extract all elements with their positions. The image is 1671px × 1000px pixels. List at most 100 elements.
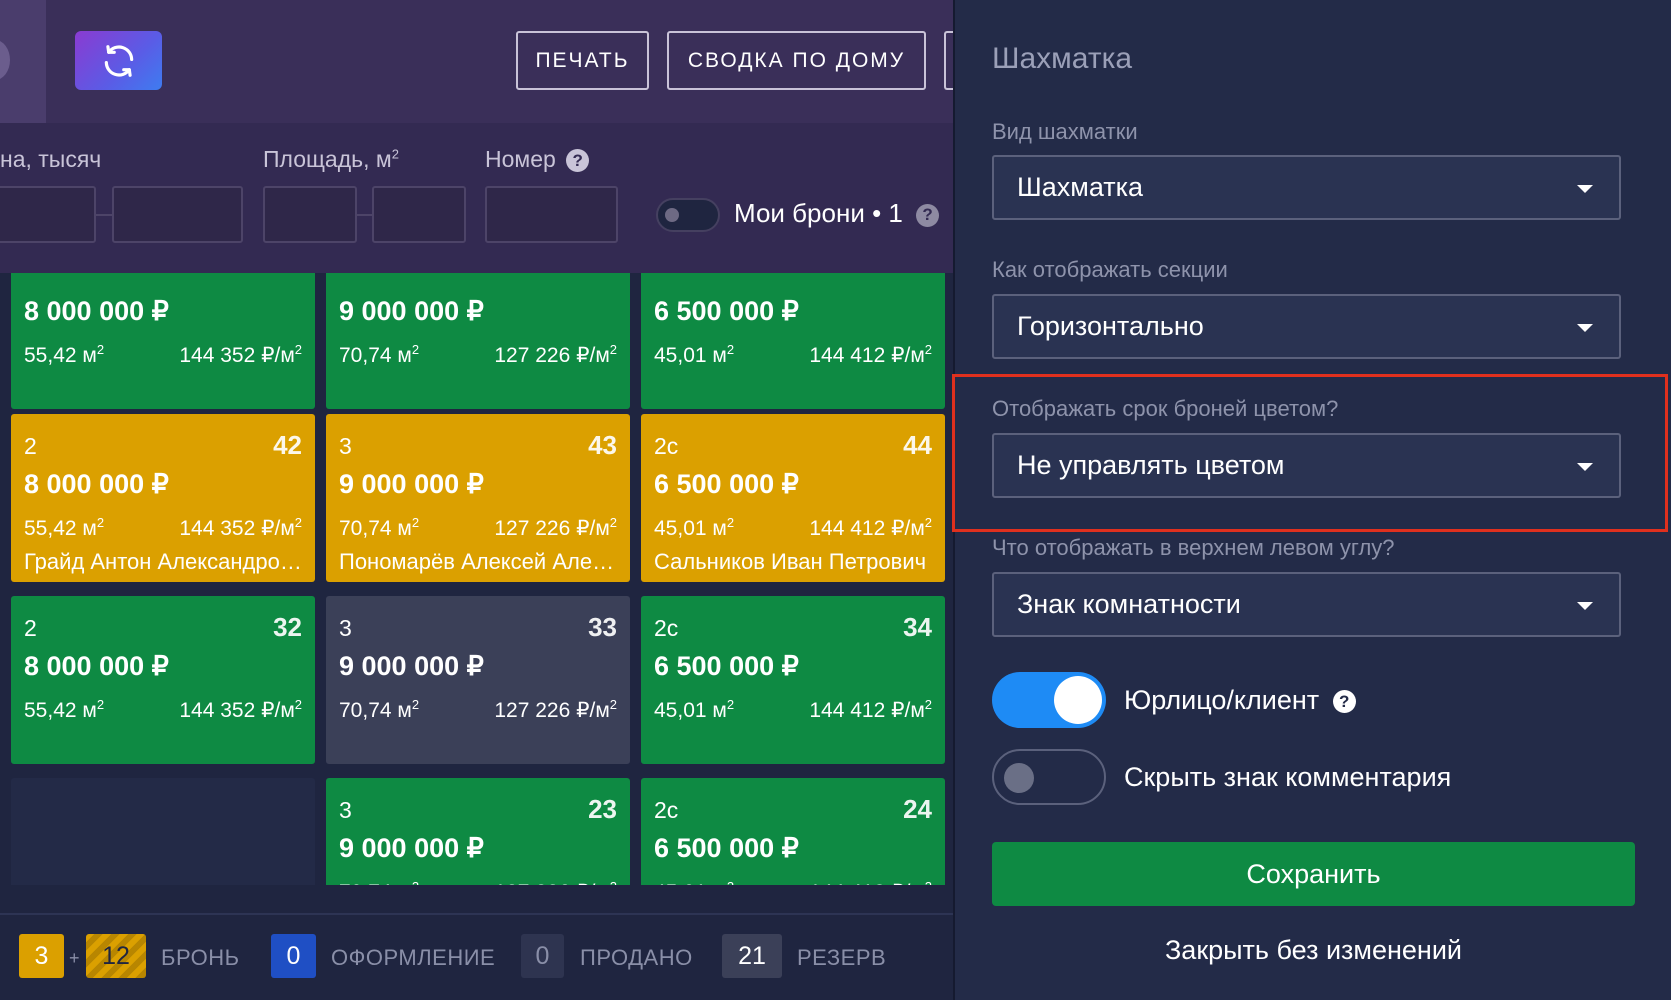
apartment-area-text: 55,42 м	[24, 699, 97, 722]
booked-extra-badge[interactable]: 12	[86, 934, 146, 978]
reserve-count-badge[interactable]: 21	[722, 934, 782, 978]
print-button[interactable]: ПЕЧАТЬ	[516, 31, 649, 90]
unit-exponent: 2	[96, 697, 105, 712]
room-type: 2с	[654, 433, 679, 459]
house-summary-button[interactable]: СВОДКА ПО ДОМУ	[667, 31, 926, 90]
room-type: 3	[339, 433, 352, 459]
apartment-price: 8 000 000 ₽	[24, 296, 169, 326]
price-per-meter-text: 144 352 ₽/м	[179, 699, 295, 722]
side-tab[interactable]	[0, 0, 46, 123]
unit-exponent: 2	[924, 697, 932, 712]
apartment-area: 70,74 м2	[339, 342, 419, 368]
apartment-number: 33	[588, 612, 617, 642]
unit-exponent: 2	[411, 515, 420, 530]
room-type: 2с	[654, 797, 679, 823]
color-select-value: Не управлять цветом	[1017, 450, 1285, 480]
booked-label: БРОНЬ	[161, 945, 240, 970]
price-per-meter: 127 226 ₽/м2	[494, 515, 617, 541]
price-filter-label: на, тысяч	[0, 146, 102, 172]
price-per-meter-text: 144 412 ₽/м	[809, 699, 925, 722]
apartment-area-text: 55,42 м	[24, 344, 97, 367]
view-select[interactable]: Шахматка	[992, 155, 1621, 220]
price-per-meter-text: 144 412 ₽/м	[809, 881, 924, 885]
save-button[interactable]: Сохранить	[992, 842, 1635, 906]
area-filter-label: Площадь, м2	[263, 146, 399, 172]
my-bookings-toggle[interactable]	[656, 198, 720, 232]
sections-select[interactable]: Горизонтально	[992, 294, 1621, 359]
help-icon[interactable]: ?	[566, 149, 590, 173]
apartment-cell[interactable]: 2 32 8 000 000 ₽55,42 м2 144 352 ₽/м2	[11, 596, 315, 764]
apartment-cell[interactable]: 9 000 000 ₽ 70,74 м2 127 226 ₽/м2	[326, 273, 630, 409]
apartment-price: 6 500 000 ₽	[654, 469, 799, 499]
apartment-cell[interactable]: 8 000 000 ₽ 55,42 м2 144 352 ₽/м2	[11, 273, 315, 409]
apartment-cell[interactable]: 3239 000 000 ₽70,74 м2127 226 ₽/м2	[326, 778, 630, 885]
empty-cell	[11, 778, 315, 885]
apartment-cell[interactable]: 2с246 500 000 ₽45,01 м2144 412 ₽/м2	[641, 778, 945, 885]
help-icon[interactable]: ?	[1332, 690, 1356, 714]
close-without-changes-button[interactable]: Закрыть без изменений	[992, 930, 1635, 970]
hide-comment-toggle[interactable]	[992, 749, 1106, 805]
apartment-price: 8 000 000 ₽	[24, 469, 169, 499]
area-to-input[interactable]	[372, 186, 466, 243]
unit-exponent: 2	[609, 697, 617, 712]
apartment-price: 9 000 000 ₽	[339, 469, 484, 499]
corner-label: Что отображать в верхнем левом углу?	[992, 535, 1395, 560]
toggle-knob	[1004, 763, 1034, 793]
apartment-cell[interactable]: 2с 34 6 500 000 ₽45,01 м2 144 412 ₽/м2	[641, 596, 945, 764]
tab-indicator	[0, 40, 10, 80]
apartment-number: 32	[273, 612, 302, 642]
price-per-meter: 127 226 ₽/м2	[494, 879, 617, 885]
price-per-meter: 144 412 ₽/м2	[809, 342, 932, 368]
apartment-cell[interactable]: 3 33 9 000 000 ₽70,74 м2 127 226 ₽/м2	[326, 596, 630, 764]
refresh-button[interactable]	[75, 31, 162, 90]
area-from-input[interactable]	[263, 186, 357, 243]
apartment-number: 43	[588, 430, 617, 460]
apartment-price: 9 000 000 ₽	[339, 296, 484, 326]
apartment-cell[interactable]: 2с 44 6 500 000 ₽45,01 м2 144 412 ₽/м2 Сальн…	[641, 414, 945, 582]
apartment-area: 70,74 м2	[339, 697, 419, 723]
processing-count-badge[interactable]: 0	[271, 934, 316, 978]
booked-count-badge[interactable]: 3	[19, 934, 64, 978]
unit-exponent: 2	[924, 515, 932, 530]
number-input[interactable]	[485, 186, 618, 243]
apartment-area-text: 55,42 м	[24, 517, 97, 540]
price-from-input[interactable]	[0, 186, 96, 243]
apartment-area: 55,42 м2	[24, 515, 104, 541]
color-select[interactable]: Не управлять цветом	[992, 433, 1621, 498]
price-per-meter-text: 127 226 ₽/м	[494, 517, 610, 540]
price-per-meter: 127 226 ₽/м2	[494, 342, 617, 368]
apartment-cell[interactable]: 3 43 9 000 000 ₽70,74 м2 127 226 ₽/м2 Понома…	[326, 414, 630, 582]
color-label: Отображать срок броней цветом?	[992, 396, 1339, 421]
booking-owner: Грайд Антон Александрович	[24, 549, 304, 574]
apartment-number: 24	[903, 794, 932, 824]
unit-exponent: 2	[96, 515, 105, 530]
toggle-knob	[1054, 676, 1102, 724]
room-type: 2	[24, 615, 37, 641]
help-icon[interactable]: ?	[916, 203, 940, 227]
apartment-area-text: 45,01 м	[654, 517, 727, 540]
apartment-area-text: 45,01 м	[654, 699, 727, 722]
price-per-meter-text: 144 352 ₽/м	[179, 344, 295, 367]
reserve-label: РЕЗЕРВ	[797, 945, 887, 970]
price-to-input[interactable]	[112, 186, 243, 243]
number-filter-label: Номер ?	[485, 146, 590, 173]
price-per-meter: 144 352 ₽/м2	[179, 342, 302, 368]
sold-count-badge[interactable]: 0	[521, 934, 564, 978]
unit-exponent: 2	[411, 342, 420, 357]
apartment-number: 44	[903, 430, 932, 460]
booking-owner: Сальников Иван Петрович	[654, 549, 927, 574]
unit-exponent: 2	[96, 342, 105, 357]
apartment-number: 42	[273, 430, 302, 460]
apartment-area: 55,42 м2	[24, 697, 104, 723]
apartment-cell[interactable]: 2 42 8 000 000 ₽55,42 м2 144 352 ₽/м2 Грайд …	[11, 414, 315, 582]
legal-client-toggle[interactable]	[992, 672, 1106, 728]
price-per-meter: 144 352 ₽/м2	[179, 697, 302, 723]
apartment-cell[interactable]: 6 500 000 ₽45,01 м2 144 412 ₽/м2	[641, 273, 945, 409]
unit-exponent: 2	[609, 515, 617, 530]
apartment-area: 45,01 м2	[654, 879, 734, 885]
sections-select-value: Горизонтально	[1017, 311, 1204, 341]
apartment-area-text: 70,74 м	[339, 881, 412, 885]
corner-select[interactable]: Знак комнатности	[992, 572, 1621, 637]
corner-select-value: Знак комнатности	[1017, 589, 1241, 619]
unit-exponent: 2	[294, 515, 302, 530]
